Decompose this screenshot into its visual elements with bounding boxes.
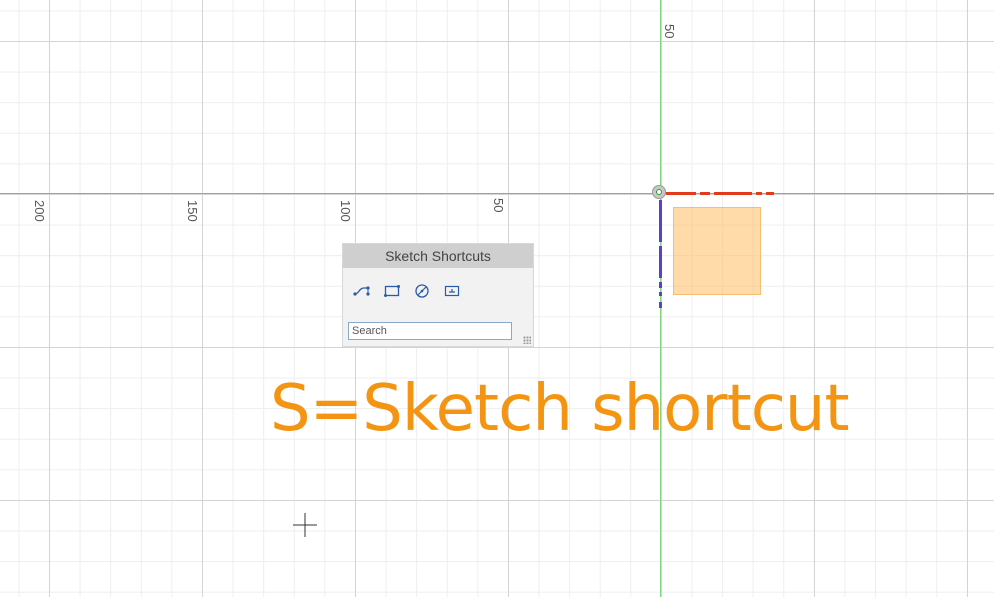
circle-icon[interactable] (413, 283, 431, 299)
ruler-label-100: 100 (338, 200, 353, 222)
origin-point[interactable] (652, 185, 666, 199)
sketch-y-line (659, 200, 662, 308)
search-input[interactable] (348, 322, 512, 340)
sketch-x-line (666, 192, 774, 195)
sketch-shortcuts-panel: Sketch Shortcuts (342, 243, 534, 347)
shortcut-icons (353, 283, 461, 299)
spline-icon[interactable] (353, 283, 371, 299)
crosshair-cursor-icon (293, 513, 317, 537)
resize-grip-icon[interactable] (523, 336, 531, 344)
rectangle-icon[interactable] (383, 283, 401, 299)
ruler-label-50: 50 (491, 198, 506, 213)
origin-plane[interactable] (673, 207, 761, 295)
ruler-label-vertical-50: 50 (662, 24, 677, 39)
panel-title[interactable]: Sketch Shortcuts (343, 244, 533, 268)
ruler-label-200: 200 (32, 200, 47, 222)
x-axis-line (0, 193, 994, 194)
ruler-label-150: 150 (185, 200, 200, 222)
shortcut-caption: S=Sketch shortcut (270, 372, 850, 446)
dimension-icon[interactable] (443, 283, 461, 299)
